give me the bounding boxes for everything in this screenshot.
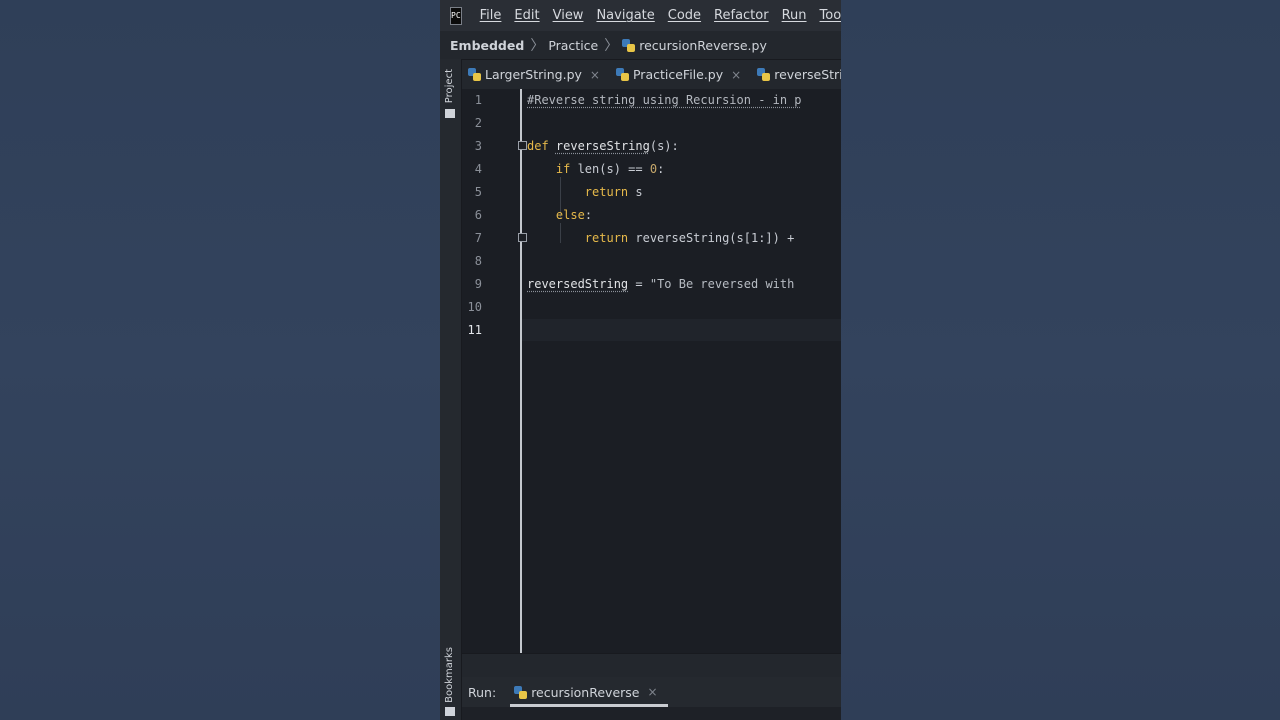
fold-icon[interactable] [518,141,527,150]
menu-code[interactable]: Code [668,8,701,23]
line-number: 5 [474,185,482,199]
python-file-icon [622,38,636,52]
string-literal: "To Be reversed with [649,277,795,291]
background-left [0,0,440,720]
menu-refactor[interactable]: Refactor [714,8,769,23]
code-text: reverseString(s[1:]) + [628,231,795,245]
line-number: 9 [474,277,482,291]
tab-label: LargerString.py [485,67,582,82]
line-number-current: 11 [467,323,482,337]
code-line-6: else: [527,208,592,222]
variable-name: reversedString [527,277,629,291]
code-editor[interactable]: 1 2 3 4 5 6 7 8 9 10 11 #Reverse string … [462,89,841,653]
tab-practice-file[interactable]: PracticeFile.py × [610,60,751,89]
menu-edit[interactable]: Edit [514,8,539,23]
function-name: reverseString [555,139,650,153]
menu-tools[interactable]: Tools [820,8,841,23]
code-text: : [657,162,665,176]
breadcrumb-project[interactable]: Embedded [450,38,524,53]
menu-run[interactable]: Run [782,8,807,23]
menu-navigate[interactable]: Navigate [596,8,654,23]
line-number: 4 [474,162,482,176]
code-line-4: if len(s) == 0: [527,162,664,176]
menu-bar: PC File Edit View Navigate Code Refactor… [440,0,841,31]
code-text: len(s) == [570,162,650,176]
breadcrumb-folder[interactable]: Practice [548,38,598,53]
left-tool-strip: Project Bookmarks [440,59,462,720]
line-number: 1 [474,93,482,107]
keyword-if: if [555,162,571,176]
keyword-return: return [584,231,629,245]
code-comment: #Reverse string using Recursion - in p [527,93,802,107]
run-label: Run: [468,684,497,700]
menu-view[interactable]: View [553,8,584,23]
current-line-highlight [522,319,841,341]
fold-end-icon[interactable] [518,233,527,242]
background-right [841,0,1280,720]
line-number-gutter: 1 2 3 4 5 6 7 8 9 10 11 [462,89,520,653]
bookmark-icon[interactable] [445,707,455,716]
editor-tab-bar: LargerString.py × PracticeFile.py × reve… [462,60,841,89]
code-line-7: return reverseString(s[1:]) + [527,231,795,245]
code-line-3: def reverseString(s): [527,139,679,153]
python-file-icon [757,68,771,81]
keyword-else: else [555,208,585,222]
line-number: 2 [474,116,482,130]
run-output-area[interactable] [462,707,841,720]
close-icon[interactable]: × [731,68,741,82]
tab-reverse-string[interactable]: reverseString.py [751,60,841,89]
tab-label: reverseString.py [774,67,841,82]
code-line-5: return s [527,185,643,199]
close-icon[interactable]: × [590,68,600,82]
breadcrumb-separator-icon: 〉 [604,38,619,54]
tab-larger-string[interactable]: LargerString.py × [462,60,610,89]
project-folder-icon[interactable] [445,109,455,118]
line-number: 7 [474,231,482,245]
pycharm-logo-icon[interactable]: PC [450,6,462,25]
tab-label: PracticeFile.py [632,67,724,82]
breadcrumb-separator-icon: 〉 [530,38,545,54]
menu-file[interactable]: File [480,8,502,23]
gutter-divider [520,89,522,653]
project-tool-button[interactable]: Project [444,69,455,103]
breadcrumb-file[interactable]: recursionReverse.py [639,38,767,53]
run-tab-label: recursionReverse [531,684,640,700]
ide-window: PC File Edit View Navigate Code Refactor… [440,0,841,720]
editor-bottom-strip [462,653,841,678]
code-text: = [628,277,650,291]
line-number: 10 [467,300,482,314]
code-text: : [584,208,593,222]
breadcrumb: Embedded 〉 Practice 〉 recursionReverse.p… [440,31,841,60]
python-file-icon [615,68,629,81]
code-line-9: reversedString = "To Be reversed with [527,277,794,291]
code-text: s [628,185,643,199]
line-number: 8 [474,254,482,268]
close-icon[interactable]: × [647,685,657,699]
run-tab-recursion-reverse[interactable]: recursionReverse × [510,677,668,707]
code-line-1: #Reverse string using Recursion - in p [527,93,802,107]
bookmarks-tool-button[interactable]: Bookmarks [444,647,455,703]
number-literal: 0 [649,162,658,176]
code-text: (s): [649,139,679,153]
keyword-def: def [527,139,549,153]
line-number: 3 [474,139,482,153]
keyword-return: return [584,185,629,199]
run-tool-window-header: Run: recursionReverse × [462,677,841,707]
python-file-icon [468,68,481,81]
python-run-icon [514,685,528,699]
line-number: 6 [474,208,482,222]
